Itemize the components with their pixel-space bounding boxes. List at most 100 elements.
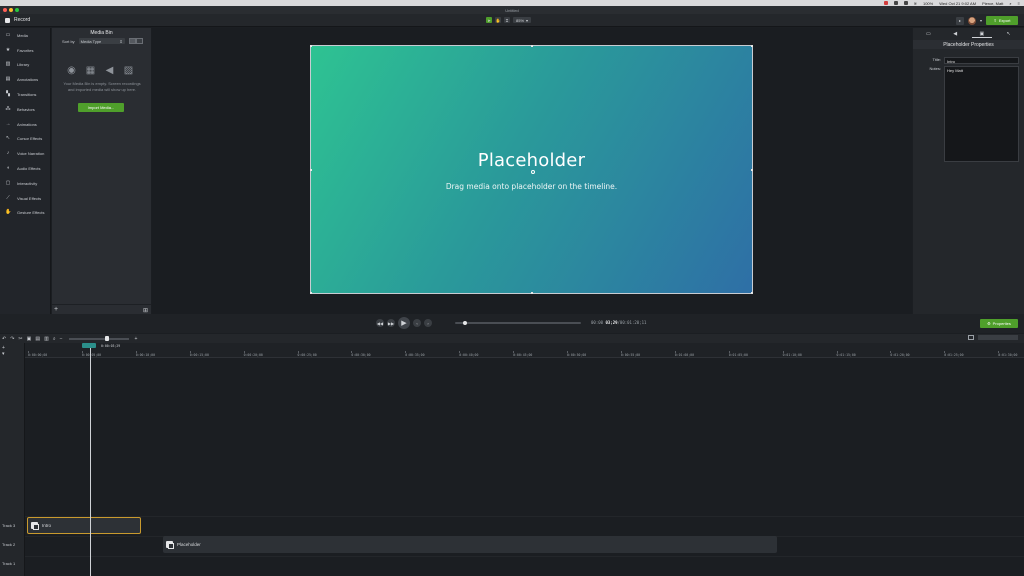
ruler-tick-label: 0:00:00;00 (28, 353, 48, 357)
step-back-icon[interactable]: ◀◀ (376, 319, 384, 327)
pointer-tool-icon[interactable]: ➤ (486, 17, 492, 23)
playhead-handle[interactable] (82, 343, 96, 348)
sidebar-item-gesture-effects[interactable]: ✋ Gesture Effects (0, 206, 50, 221)
timeline-clip-intro[interactable]: Intro (27, 517, 141, 534)
animations-icon: → (5, 120, 11, 127)
search-icon[interactable]: ⌕ (1009, 1, 1011, 6)
resize-handle[interactable] (531, 292, 533, 294)
sidebar-item-favorites[interactable]: ★ Favorites (0, 43, 50, 58)
control-center-icon[interactable]: ≡ (1018, 1, 1020, 6)
app-toolbar: Record ➤ ✋ ⌗ 85% ▾ ▸ ▾ ⇪ Export (0, 14, 1024, 27)
next-marker-icon[interactable]: › (424, 319, 432, 327)
visual-properties-tab-icon[interactable]: ▭ (918, 31, 938, 37)
resize-handle[interactable] (751, 45, 753, 47)
menu-extra-icon[interactable] (893, 1, 898, 5)
minimize-window-button[interactable] (9, 7, 13, 12)
paste-icon[interactable]: ▤ (35, 336, 40, 342)
sort-select[interactable]: Media Type ⇕ (78, 38, 125, 44)
playhead-time: 0:00:03;29 (101, 343, 121, 348)
playhead-line[interactable] (90, 348, 91, 576)
placeholder-preview[interactable]: Placeholder Drag media onto placeholder … (310, 45, 753, 294)
hand-tool-icon[interactable]: ✋ (495, 17, 501, 23)
sidebar-item-annotations[interactable]: ▤ Annotations (0, 72, 50, 87)
menu-extra-icon[interactable] (903, 1, 908, 5)
view-toggle (128, 38, 143, 44)
timeline-clip-placeholder[interactable]: Placeholder (163, 536, 777, 553)
record-button[interactable]: Record (5, 17, 30, 23)
media-bin-empty-text: Your Media Bin is empty. Screen recordin… (63, 81, 141, 92)
notes-textarea[interactable]: Hey Matt (944, 66, 1019, 162)
previous-marker-icon[interactable]: ‹ (413, 319, 421, 327)
zoom-select[interactable]: 85% ▾ (513, 17, 532, 23)
media-icon: ▭ (5, 31, 11, 38)
sidebar-item-cursor-effects[interactable]: ↖ Cursor Effects (0, 132, 50, 147)
add-track-icon[interactable]: + ▾ (2, 345, 5, 357)
sidebar-item-visual-effects[interactable]: ⟋ Visual Effects (0, 191, 50, 206)
timeline-ruler[interactable]: 0:00:00;00 0:00:05;00 0:00:10;00 0:00:15;00… (25, 343, 1024, 358)
export-button[interactable]: ⇪ Export (986, 16, 1018, 25)
properties-tabs: ▭ ◀ ▣ ↖ (913, 28, 1024, 40)
help-icon[interactable]: ▸ (955, 16, 964, 25)
list-view-button[interactable] (135, 38, 143, 44)
cut-icon[interactable]: ✂ (18, 336, 22, 342)
notes-label: Notes: (929, 66, 941, 71)
cursor-properties-tab-icon[interactable]: ↖ (999, 31, 1019, 37)
sidebar-item-voice-narration[interactable]: ♪ Voice Narration (0, 146, 50, 161)
battery-percentage[interactable]: 100% (923, 1, 933, 6)
play-icon[interactable]: ▶ (398, 317, 410, 329)
rotate-handle-icon[interactable] (531, 170, 535, 174)
redo-icon[interactable]: ↷ (10, 336, 14, 342)
audio-properties-tab-icon[interactable]: ◀ (945, 31, 965, 37)
sidebar-item-label: Voice Narration (17, 151, 45, 157)
step-forward-icon[interactable]: ▶▶ (387, 319, 395, 327)
app-status-icon[interactable] (883, 1, 888, 5)
sidebar-item-label: Gesture Effects (17, 210, 45, 216)
chevron-down-icon[interactable]: ▾ (980, 18, 982, 23)
ruler-tick-label: 0:00:10;00 (135, 353, 155, 357)
properties-button[interactable]: ⚙ Properties (980, 319, 1018, 328)
user-menu[interactable]: Pierce, Matt (982, 1, 1003, 6)
fit-timeline-icon[interactable] (968, 335, 974, 340)
minus-icon[interactable]: − (60, 336, 63, 342)
crop-tool-icon[interactable]: ⌗ (504, 17, 510, 23)
wifi-icon[interactable]: ≋ (914, 1, 917, 6)
grid-icon[interactable]: ⊞ (143, 307, 148, 314)
ruler-tick-label: 0:01:10;00 (782, 353, 802, 357)
sidebar-item-label: Favorites (17, 47, 34, 53)
resize-handle[interactable] (310, 45, 312, 47)
library-icon: ▥ (5, 61, 11, 68)
sidebar-item-interactivity[interactable]: ▢ Interactivity (0, 176, 50, 191)
undo-icon[interactable]: ↶ (2, 336, 6, 342)
track-label: Track 1 (2, 561, 16, 566)
grid-view-button[interactable] (128, 38, 136, 44)
sidebar-item-transitions[interactable]: ▚ Transitions (0, 87, 50, 102)
split-icon[interactable]: ▥ (44, 336, 49, 342)
sidebar-item-audio-effects[interactable]: ◖ Audio Effects (0, 161, 50, 176)
placeholder-properties-tab-icon[interactable]: ▣ (971, 31, 992, 38)
plus-icon[interactable]: + (135, 336, 138, 342)
sidebar-item-media[interactable]: ▭ Media (0, 28, 50, 43)
wand-icon: ⟋ (6, 194, 10, 201)
sidebar-item-animations[interactable]: → Animations (0, 117, 50, 132)
zoom-out-icon[interactable]: ⌕ (53, 336, 56, 342)
resize-handle[interactable] (310, 292, 312, 294)
add-icon[interactable]: + (54, 306, 58, 313)
ruler-tick-label: 0:00:15;00 (189, 353, 209, 357)
timeline-horizontal-scroll[interactable] (978, 335, 1018, 340)
avatar[interactable] (967, 16, 976, 25)
sidebar-item-library[interactable]: ▥ Library (0, 58, 50, 73)
resize-handle[interactable] (531, 45, 533, 47)
copy-icon[interactable]: ▣ (27, 336, 32, 342)
import-media-button[interactable]: Import Media... (78, 103, 124, 112)
placeholder-subtitle: Drag media onto placeholder on the timel… (445, 182, 618, 191)
resize-handle[interactable] (751, 292, 753, 294)
title-input[interactable]: Intro (944, 57, 1019, 64)
playback-scrubber[interactable] (455, 321, 581, 325)
clock[interactable]: Wed Oct 21 9:02 AM (939, 1, 976, 6)
close-window-button[interactable] (3, 7, 7, 12)
timeline-zoom-slider[interactable] (68, 336, 129, 341)
sidebar-item-behaviors[interactable]: ⁂ Behaviors (0, 102, 50, 117)
timecode: 00:00 03;29/00:01:20;11 (591, 320, 646, 325)
scrubber-knob[interactable] (463, 321, 467, 325)
zoom-window-button[interactable] (15, 7, 19, 12)
